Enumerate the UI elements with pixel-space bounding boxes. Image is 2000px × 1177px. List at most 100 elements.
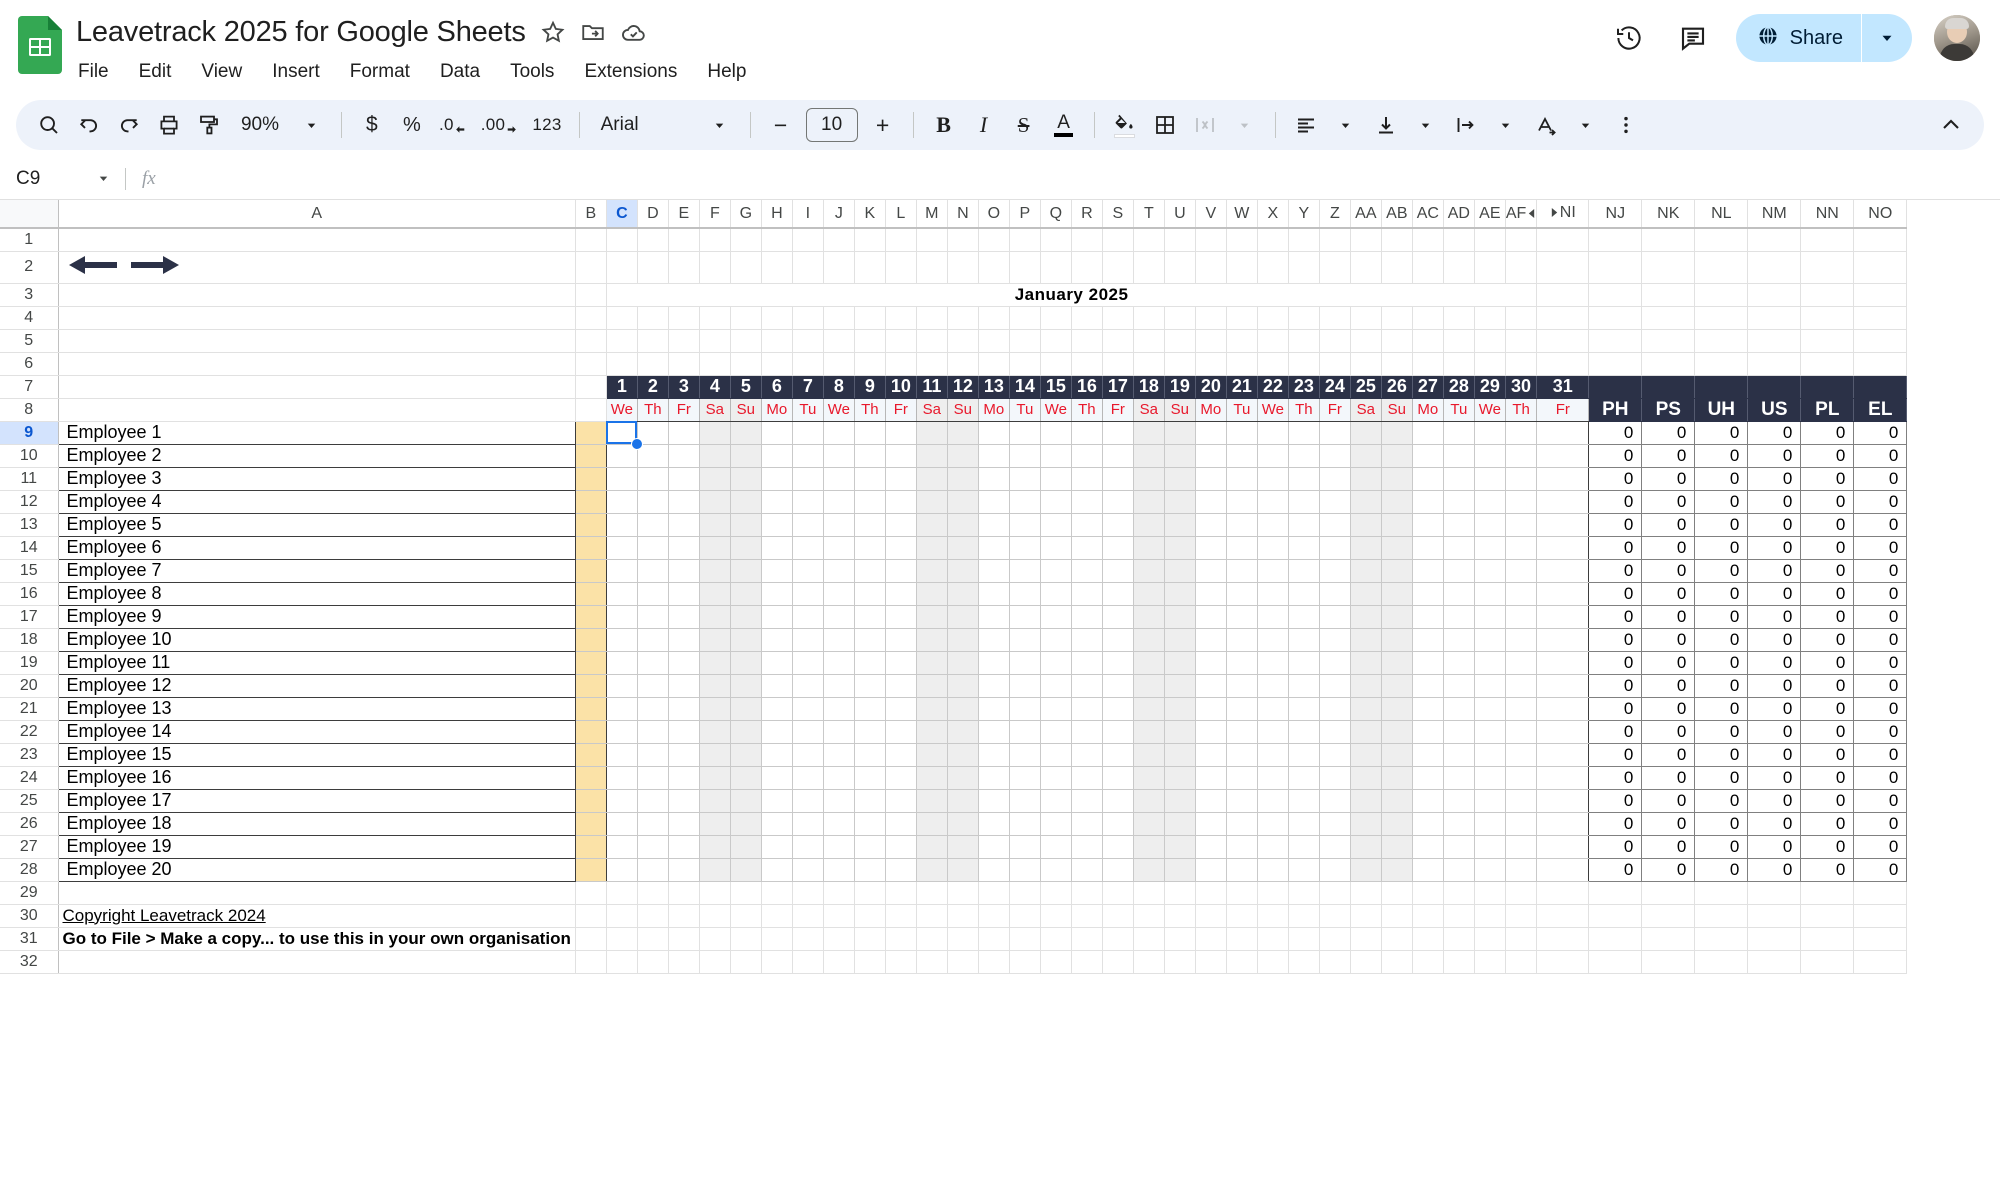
cell-AF30[interactable]: [1505, 904, 1538, 928]
cell-P29[interactable]: [1009, 881, 1041, 905]
day-of-week-5[interactable]: Su: [730, 398, 762, 422]
cell-S5[interactable]: [1102, 329, 1134, 353]
cell-J4[interactable]: [823, 306, 855, 330]
employee-marker-5[interactable]: [575, 513, 607, 537]
leave-cell-e16-d10[interactable]: [885, 766, 917, 790]
leave-cell-e17-d24[interactable]: [1319, 789, 1351, 813]
cell-C29[interactable]: [606, 881, 638, 905]
grid-table[interactable]: A B C D E F G H I J K L M N O P Q R S T U V W X Y Z AA AB AC AD AE AF NI…: [0, 200, 1908, 974]
leave-cell-e16-d20[interactable]: [1195, 766, 1227, 790]
leave-cell-e15-d28[interactable]: [1443, 743, 1475, 767]
cell-O32[interactable]: [978, 950, 1010, 974]
leave-cell-e20-d3[interactable]: [668, 858, 700, 882]
leave-cell-e19-d23[interactable]: [1288, 835, 1320, 859]
leave-cell-e5-d18[interactable]: [1133, 513, 1165, 537]
cell-M31[interactable]: [916, 927, 948, 951]
cell-NO30[interactable]: [1853, 904, 1908, 928]
employee-name-16[interactable]: Employee 16: [58, 766, 576, 790]
leave-cell-e19-d9[interactable]: [854, 835, 886, 859]
leave-cell-e6-d5[interactable]: [730, 536, 762, 560]
cell-NL31[interactable]: [1694, 927, 1749, 951]
cell-C4[interactable]: [606, 306, 638, 330]
day-of-week-29[interactable]: We: [1474, 398, 1506, 422]
leave-cell-e15-d24[interactable]: [1319, 743, 1351, 767]
leave-cell-e20-d11[interactable]: [916, 858, 948, 882]
leave-cell-e14-d17[interactable]: [1102, 720, 1134, 744]
leave-cell-e17-d17[interactable]: [1102, 789, 1134, 813]
day-number-7[interactable]: 7: [791, 374, 824, 399]
cell-U29[interactable]: [1164, 881, 1196, 905]
leave-cell-e12-d24[interactable]: [1319, 674, 1351, 698]
leave-cell-e19-d27[interactable]: [1412, 835, 1444, 859]
leave-cell-e14-d6[interactable]: [761, 720, 793, 744]
summary-value-e4-US[interactable]: 0: [1747, 490, 1802, 514]
cell-N2[interactable]: [947, 251, 979, 284]
employee-marker-2[interactable]: [575, 444, 607, 468]
cell-E5[interactable]: [668, 329, 700, 353]
leave-cell-e19-d17[interactable]: [1102, 835, 1134, 859]
leave-cell-e10-d13[interactable]: [978, 628, 1010, 652]
leave-cell-e16-d6[interactable]: [761, 766, 793, 790]
cell-M30[interactable]: [916, 904, 948, 928]
leave-cell-e6-d17[interactable]: [1102, 536, 1134, 560]
summary-value-e2-PL[interactable]: 0: [1800, 444, 1855, 468]
column-header-N[interactable]: N: [947, 200, 979, 229]
cell-U2[interactable]: [1164, 251, 1196, 284]
cell-B6[interactable]: [575, 352, 607, 376]
leave-cell-e20-d29[interactable]: [1474, 858, 1506, 882]
leave-cell-e11-d23[interactable]: [1288, 651, 1320, 675]
cell-NN32[interactable]: [1800, 950, 1855, 974]
employee-marker-11[interactable]: [575, 651, 607, 675]
cell-AA4[interactable]: [1350, 306, 1382, 330]
summary-header-UH[interactable]: UH: [1694, 397, 1749, 422]
leave-cell-e14-d5[interactable]: [730, 720, 762, 744]
leave-cell-e1-d31[interactable]: [1536, 421, 1590, 445]
leave-cell-e5-d13[interactable]: [978, 513, 1010, 537]
leave-cell-e15-d3[interactable]: [668, 743, 700, 767]
leave-cell-e8-d9[interactable]: [854, 582, 886, 606]
leave-cell-e16-d31[interactable]: [1536, 766, 1590, 790]
cell-NN6[interactable]: [1800, 352, 1855, 376]
leave-cell-e20-d28[interactable]: [1443, 858, 1475, 882]
leave-cell-e6-d21[interactable]: [1226, 536, 1258, 560]
leave-cell-e19-d8[interactable]: [823, 835, 855, 859]
cell-D29[interactable]: [637, 881, 669, 905]
summary-value-e17-PH[interactable]: 0: [1588, 789, 1643, 813]
summary-value-e5-PS[interactable]: 0: [1641, 513, 1696, 537]
leave-cell-e7-d1[interactable]: [606, 559, 638, 583]
leave-cell-e6-d26[interactable]: [1381, 536, 1413, 560]
leave-cell-e17-d7[interactable]: [792, 789, 824, 813]
cell-O4[interactable]: [978, 306, 1010, 330]
summary-value-e14-PH[interactable]: 0: [1588, 720, 1643, 744]
cell-X31[interactable]: [1257, 927, 1289, 951]
cell-O1[interactable]: [978, 228, 1010, 252]
leave-cell-e12-d10[interactable]: [885, 674, 917, 698]
leave-cell-e6-d7[interactable]: [792, 536, 824, 560]
leave-cell-e8-d31[interactable]: [1536, 582, 1590, 606]
summary-value-e1-UH[interactable]: 0: [1694, 420, 1749, 445]
share-button[interactable]: Share: [1736, 14, 1861, 62]
cell-I6[interactable]: [792, 352, 824, 376]
row-header-1[interactable]: 1: [0, 228, 59, 252]
cell-M4[interactable]: [916, 306, 948, 330]
vertical-align-icon[interactable]: [1367, 106, 1405, 144]
leave-cell-e7-d13[interactable]: [978, 559, 1010, 583]
leave-cell-e4-d6[interactable]: [761, 490, 793, 514]
leave-cell-e9-d13[interactable]: [978, 605, 1010, 629]
leave-cell-e6-d2[interactable]: [637, 536, 669, 560]
column-header-AF[interactable]: AF: [1505, 200, 1538, 229]
cell-U30[interactable]: [1164, 904, 1196, 928]
leave-cell-e15-d13[interactable]: [978, 743, 1010, 767]
leave-cell-e19-d31[interactable]: [1536, 835, 1590, 859]
cell-AE31[interactable]: [1474, 927, 1506, 951]
cell-B7[interactable]: [575, 375, 607, 399]
leave-cell-e19-d12[interactable]: [947, 835, 979, 859]
leave-cell-e2-d11[interactable]: [916, 444, 948, 468]
cell-Q31[interactable]: [1040, 927, 1072, 951]
leave-cell-e9-d28[interactable]: [1443, 605, 1475, 629]
cell-D31[interactable]: [637, 927, 669, 951]
menu-item-insert[interactable]: Insert: [270, 59, 322, 85]
summary-value-e8-EL[interactable]: 0: [1853, 582, 1908, 606]
leave-cell-e13-d15[interactable]: [1040, 697, 1072, 721]
text-wrapping-chevron-down-icon[interactable]: [1487, 106, 1525, 144]
